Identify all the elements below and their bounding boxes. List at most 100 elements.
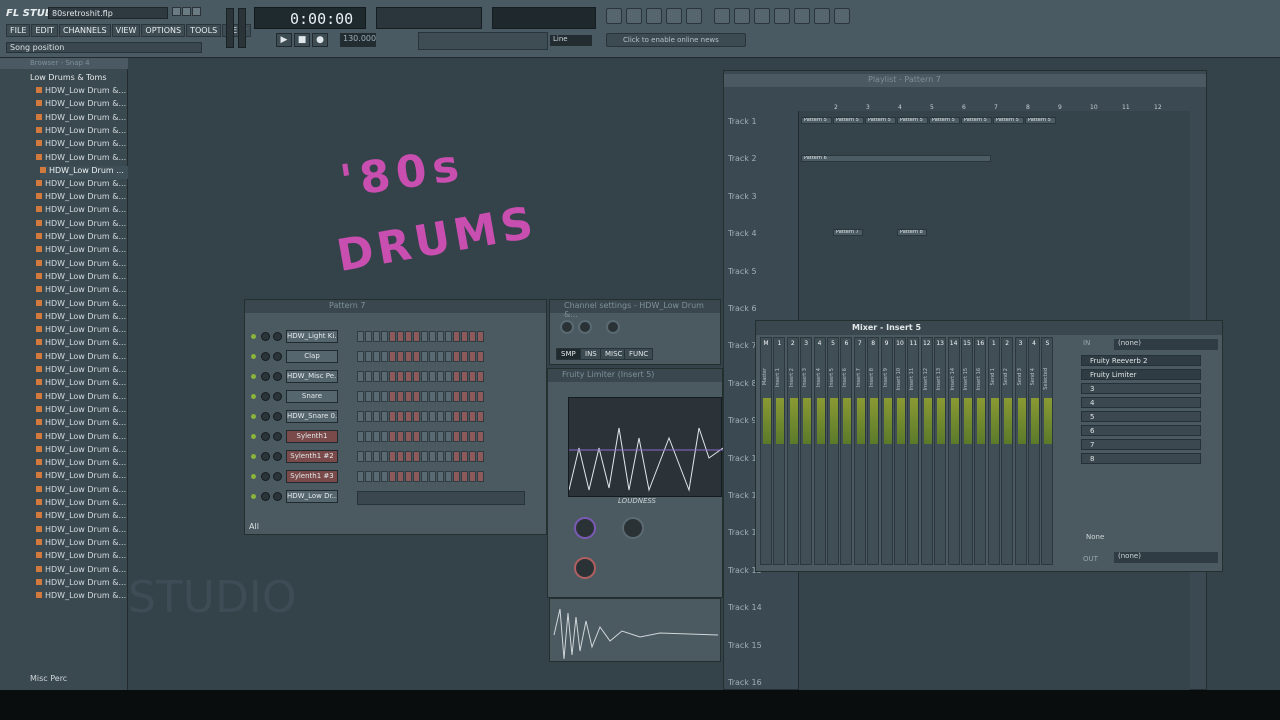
save-icon[interactable]: [734, 8, 750, 24]
step-button[interactable]: [373, 431, 380, 442]
pattern-clip[interactable]: Pattern 5: [961, 117, 992, 124]
browser-item[interactable]: HDW_Low Drum &...: [36, 153, 128, 166]
step-button[interactable]: [421, 331, 428, 342]
step-button[interactable]: [397, 391, 404, 402]
step-button[interactable]: [397, 431, 404, 442]
step-button[interactable]: [413, 471, 420, 482]
channel-pan-knob[interactable]: [261, 492, 270, 501]
step-button[interactable]: [357, 471, 364, 482]
step-button[interactable]: [437, 431, 444, 442]
volume-knob[interactable]: [578, 320, 592, 334]
step-button[interactable]: [413, 371, 420, 382]
effect-slot[interactable]: 8: [1081, 453, 1201, 464]
track-label[interactable]: Track 1: [728, 117, 757, 126]
step-button[interactable]: [437, 471, 444, 482]
browser-item[interactable]: HDW_Low Drum &...: [36, 432, 128, 445]
browser-item[interactable]: HDW_Low Drum &...: [36, 285, 128, 298]
step-button[interactable]: [373, 411, 380, 422]
step-button[interactable]: [373, 471, 380, 482]
track-label[interactable]: Track 16: [728, 678, 762, 687]
browser-item[interactable]: HDW_Low Drum &...: [36, 405, 128, 418]
step-button[interactable]: [461, 471, 468, 482]
pattern-clip[interactable]: Pattern 5: [929, 117, 960, 124]
browser-item[interactable]: HDW_Low Drum &...: [36, 312, 128, 325]
browser-item[interactable]: HDW_Low Drum &...: [36, 126, 128, 139]
menu-channels[interactable]: CHANNELS: [58, 24, 111, 37]
step-button[interactable]: [365, 471, 372, 482]
track-label[interactable]: Track 4: [728, 229, 757, 238]
step-button[interactable]: [405, 331, 412, 342]
browser-item[interactable]: HDW_Low Drum &...: [36, 99, 128, 112]
channel-mute-led[interactable]: [251, 474, 256, 479]
channel-pan-knob[interactable]: [261, 452, 270, 461]
step-button[interactable]: [413, 331, 420, 342]
step-button[interactable]: [477, 451, 484, 462]
browser-item[interactable]: HDW_Low Drum &...: [36, 511, 128, 524]
channel-pan-knob[interactable]: [261, 332, 270, 341]
effect-slot[interactable]: Fruity Limiter: [1081, 369, 1201, 380]
channel-name-button[interactable]: HDW_Light Ki...: [286, 330, 338, 343]
step-button[interactable]: [365, 331, 372, 342]
channel-volume-knob[interactable]: [273, 332, 282, 341]
browser-item[interactable]: HDW_Low Drum &...: [36, 299, 128, 312]
browser-icon[interactable]: [686, 8, 702, 24]
track-label[interactable]: Track 5: [728, 267, 757, 276]
step-button[interactable]: [381, 431, 388, 442]
snap-select[interactable]: Line: [550, 35, 592, 46]
step-button[interactable]: [381, 471, 388, 482]
step-button[interactable]: [381, 331, 388, 342]
mixer-output-select[interactable]: (none): [1114, 552, 1218, 563]
online-news-bar[interactable]: Click to enable online news: [606, 33, 746, 47]
track-label[interactable]: Track 6: [728, 304, 757, 313]
browser-item[interactable]: HDW_Low Drum &...: [36, 578, 128, 591]
track-label[interactable]: Track 9: [728, 416, 757, 425]
step-button[interactable]: [461, 331, 468, 342]
menu-edit[interactable]: EDIT: [31, 24, 58, 37]
channel-name-button[interactable]: Clap: [286, 350, 338, 363]
browser-item[interactable]: HDW_Low Drum &...: [36, 591, 128, 604]
browser-item[interactable]: HDW_Low Drum &...: [36, 538, 128, 551]
browser-item[interactable]: HDW_Low Drum &...: [36, 352, 128, 365]
step-button[interactable]: [365, 391, 372, 402]
browser-item[interactable]: HDW_Low Drum &...: [36, 485, 128, 498]
step-button[interactable]: [477, 391, 484, 402]
step-button[interactable]: [365, 351, 372, 362]
render-icon[interactable]: [754, 8, 770, 24]
gain-knob[interactable]: [574, 517, 596, 539]
step-button[interactable]: [373, 331, 380, 342]
effect-slot[interactable]: 3: [1081, 383, 1201, 394]
step-button[interactable]: [373, 371, 380, 382]
tempo-display[interactable]: 130.000: [340, 33, 376, 47]
tab-func[interactable]: FUNC: [624, 348, 654, 360]
step-button[interactable]: [445, 331, 452, 342]
step-button[interactable]: [357, 331, 364, 342]
channel-mute-led[interactable]: [251, 374, 256, 379]
step-button[interactable]: [477, 371, 484, 382]
channel-pan-knob[interactable]: [261, 412, 270, 421]
step-button[interactable]: [461, 411, 468, 422]
playlist-ruler[interactable]: 2 3 4 5 6 7 8 9 10 11 12: [798, 71, 1190, 111]
close-button[interactable]: [192, 7, 201, 16]
step-button[interactable]: [397, 471, 404, 482]
step-button[interactable]: [461, 371, 468, 382]
ceiling-knob[interactable]: [622, 517, 644, 539]
step-button[interactable]: [445, 471, 452, 482]
minimize-button[interactable]: [172, 7, 181, 16]
browser-item[interactable]: HDW_Low Drum &...: [36, 192, 128, 205]
step-button[interactable]: [421, 451, 428, 462]
step-button[interactable]: [461, 451, 468, 462]
browser-item[interactable]: HDW_Low Drum &...: [36, 259, 128, 272]
channel-pan-knob[interactable]: [261, 432, 270, 441]
maximize-button[interactable]: [182, 7, 191, 16]
master-volume-slider[interactable]: [226, 8, 234, 48]
step-button[interactable]: [453, 391, 460, 402]
step-button[interactable]: [405, 371, 412, 382]
channel-name-button[interactable]: HDW_Low Dr...: [286, 490, 338, 503]
step-button[interactable]: [357, 411, 364, 422]
step-button[interactable]: [357, 371, 364, 382]
effect-slot[interactable]: Fruity Reeverb 2: [1081, 355, 1201, 366]
channel-volume-knob[interactable]: [273, 352, 282, 361]
stop-icon[interactable]: ■: [294, 33, 310, 47]
browser-item[interactable]: HDW_Low Drum &...: [36, 205, 128, 218]
menu-view[interactable]: VIEW: [111, 24, 141, 37]
